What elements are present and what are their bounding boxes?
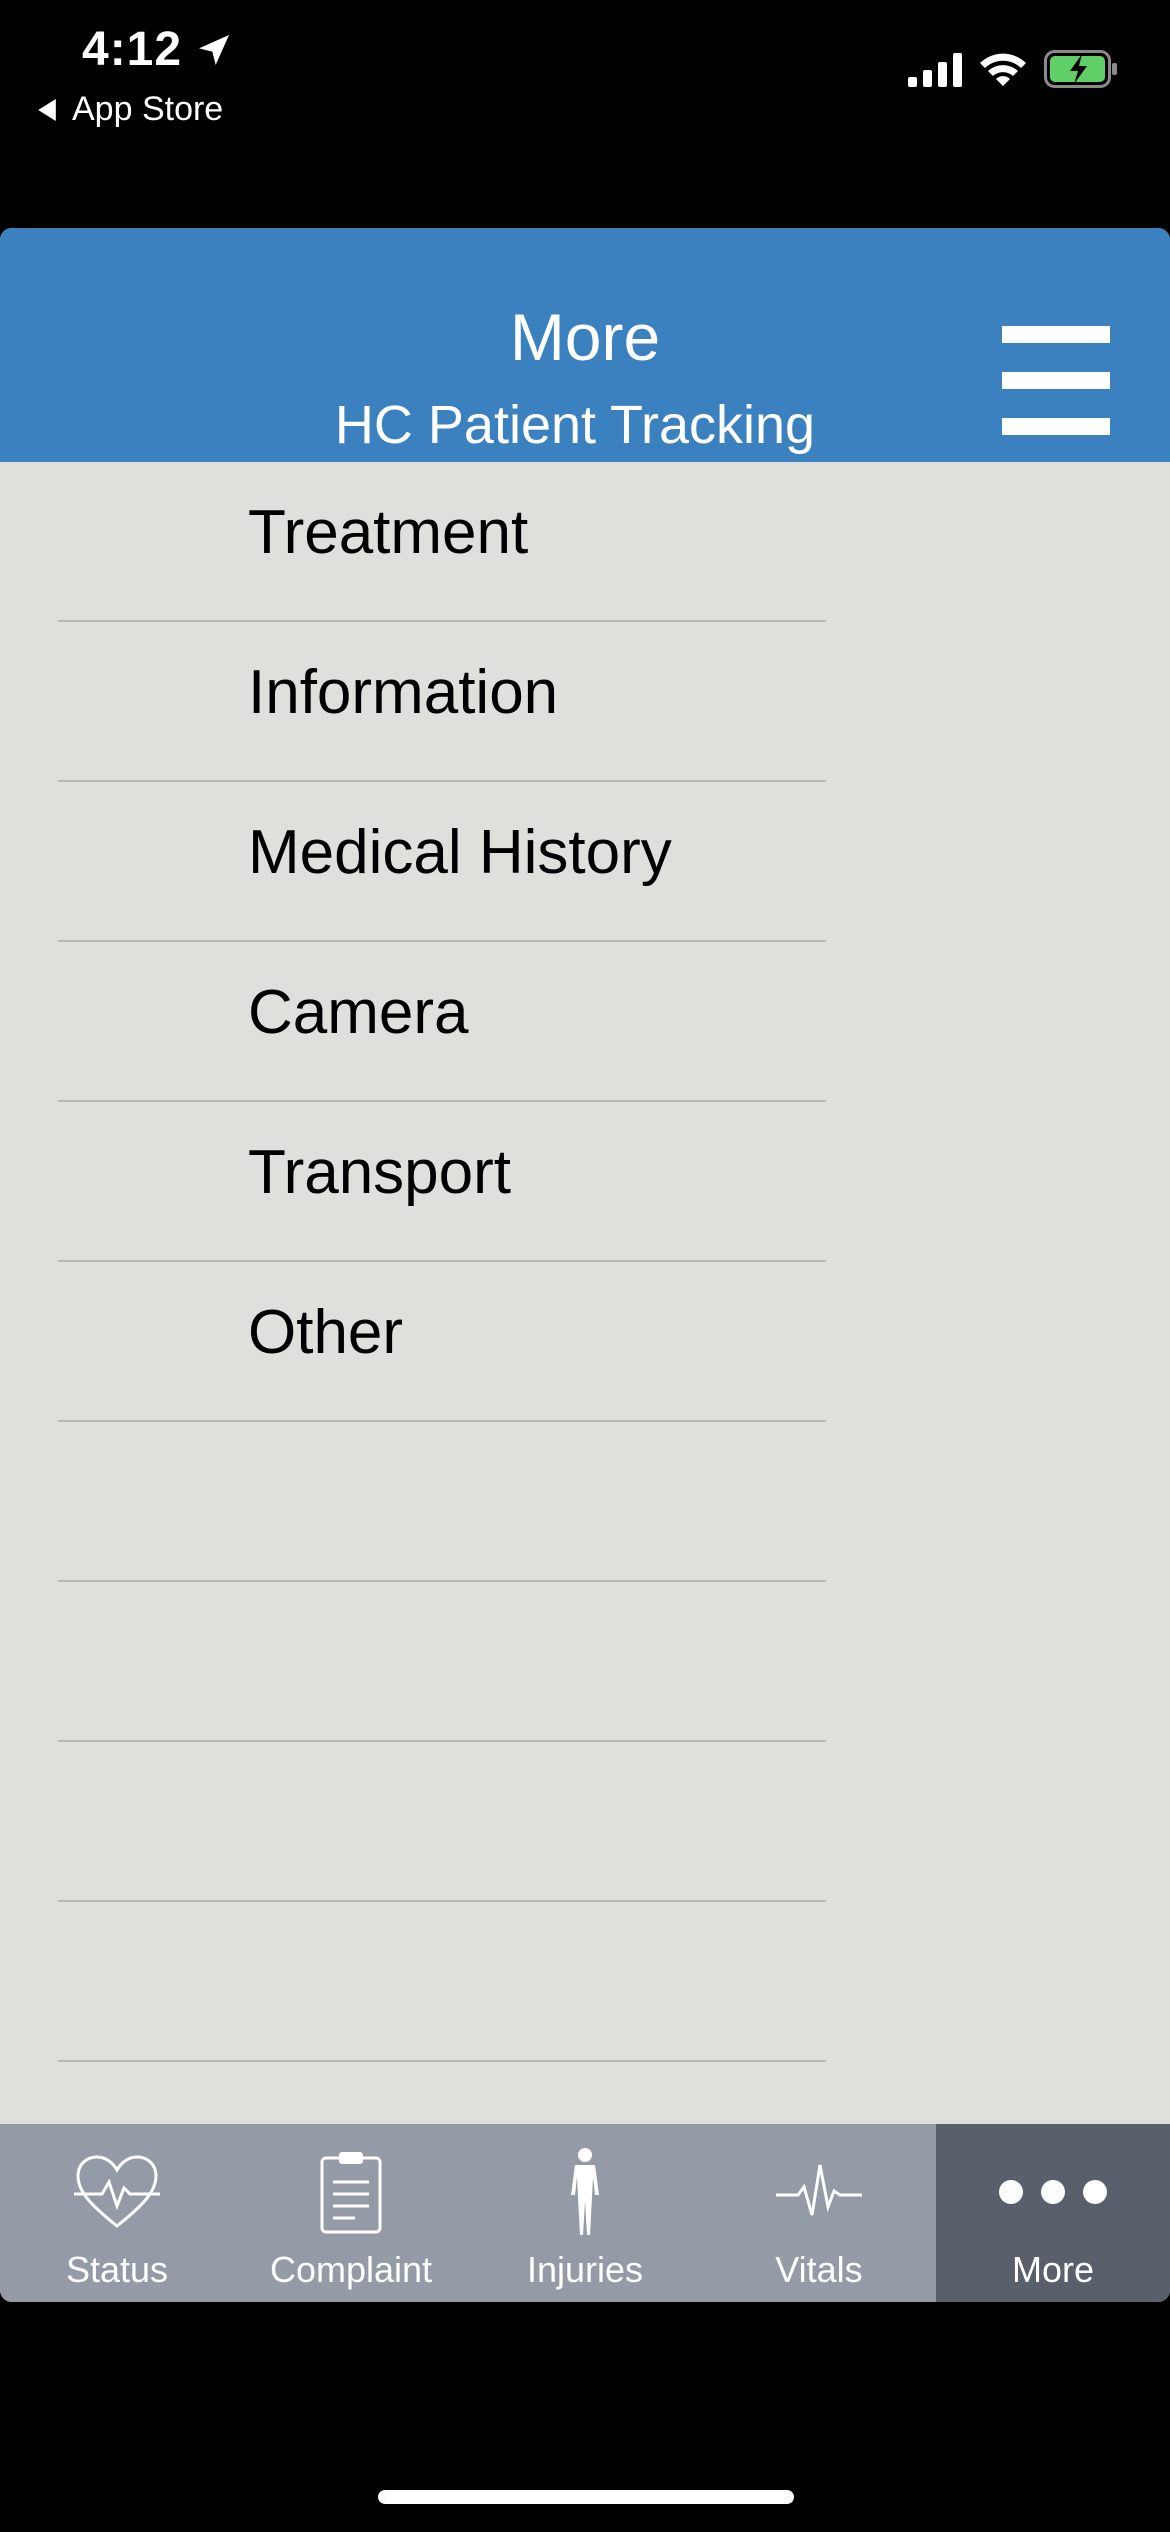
more-menu-list: Treatment Information Medical History Ca…: [58, 462, 826, 2062]
menu-item-empty: [58, 1902, 826, 2062]
page-title: More: [509, 300, 661, 374]
menu-item-other[interactable]: Other: [58, 1262, 826, 1422]
menu-item-label: Information: [248, 658, 559, 727]
menu-item-empty: [58, 1742, 826, 1902]
tab-status[interactable]: Status: [0, 2124, 234, 2302]
status-bar: 4:12 App Store: [0, 0, 1170, 228]
signal-icon: [908, 53, 962, 87]
heart-pulse-icon: [74, 2155, 160, 2228]
menu-item-treatment[interactable]: Treatment: [58, 462, 826, 622]
menu-item-transport[interactable]: Transport: [58, 1102, 826, 1262]
app-window: More HC Patient Tracking Treatment Infor…: [0, 228, 1170, 2302]
back-app-label: App Store: [72, 90, 224, 128]
status-time: 4:12: [82, 22, 234, 77]
status-indicators: [908, 50, 1118, 88]
page-subtitle: HC Patient Tracking: [334, 395, 816, 455]
menu-item-label: Other: [248, 1298, 404, 1367]
clipboard-icon: [320, 2152, 382, 2234]
hamburger-menu-icon[interactable]: [1002, 326, 1110, 436]
clock-text: 4:12: [82, 23, 183, 76]
menu-item-empty: [58, 1422, 826, 1582]
vitals-waveform-icon: [776, 2164, 862, 2216]
menu-item-empty: [58, 1582, 826, 1742]
menu-item-medical-history[interactable]: Medical History: [58, 782, 826, 942]
home-indicator[interactable]: [378, 2490, 794, 2504]
menu-item-label: Transport: [248, 1138, 512, 1207]
tab-label: Injuries: [526, 2249, 644, 2290]
location-arrow-icon: [199, 34, 230, 65]
tab-more[interactable]: More: [936, 2124, 1170, 2302]
back-triangle-icon: [38, 98, 56, 121]
nav-header: More HC Patient Tracking: [0, 228, 1170, 462]
tab-complaint[interactable]: Complaint: [234, 2124, 468, 2302]
tab-label: Vitals: [775, 2249, 863, 2290]
menu-item-label: Camera: [248, 978, 469, 1047]
more-dots-icon: [999, 2180, 1107, 2204]
tab-label: Status: [65, 2249, 169, 2290]
tab-bar: Status Complaint Injuries Vitals More: [0, 2124, 1170, 2302]
menu-item-camera[interactable]: Camera: [58, 942, 826, 1102]
menu-item-label: Medical History: [248, 818, 672, 887]
tab-vitals[interactable]: Vitals: [702, 2124, 936, 2302]
tab-label: More: [1011, 2249, 1095, 2290]
tab-injuries[interactable]: Injuries: [468, 2124, 702, 2302]
tab-label: Complaint: [269, 2249, 433, 2290]
menu-item-information[interactable]: Information: [58, 622, 826, 782]
back-to-app-store-button[interactable]: App Store: [36, 90, 223, 129]
wifi-icon: [980, 53, 1026, 86]
battery-charging-icon: [1044, 50, 1117, 88]
human-body-icon: [571, 2148, 599, 2235]
menu-item-label: Treatment: [248, 498, 529, 567]
